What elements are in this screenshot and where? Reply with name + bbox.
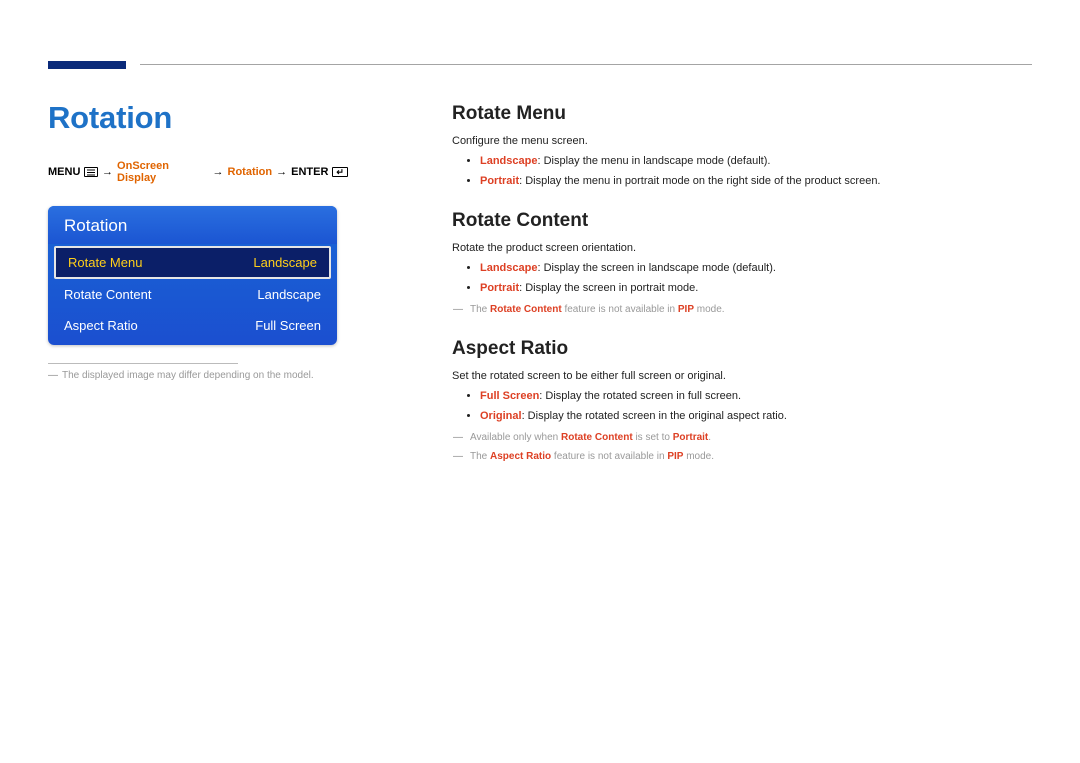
arrow-icon: →	[102, 166, 113, 178]
note-text: .	[708, 432, 711, 443]
option-item: Portrait: Display the menu in portrait m…	[480, 173, 1032, 190]
top-rule	[140, 64, 1032, 65]
arrow-icon: →	[213, 166, 224, 178]
dash-icon: ―	[48, 370, 58, 381]
section-para: Rotate the product screen orientation.	[452, 240, 1032, 257]
footnote-divider	[48, 363, 238, 364]
footnote: ― The displayed image may differ dependi…	[48, 370, 348, 381]
option-item: Landscape: Display the screen in landsca…	[480, 260, 1032, 277]
enter-icon	[332, 167, 348, 177]
note-key: PIP	[667, 451, 683, 462]
option-list: Landscape: Display the screen in landsca…	[452, 260, 1032, 296]
option-desc: : Display the menu in landscape mode (de…	[537, 155, 770, 167]
section-heading-rotate-content: Rotate Content	[452, 207, 1032, 236]
option-key: Original	[480, 410, 522, 422]
option-key: Portrait	[480, 282, 519, 294]
arrow-icon: →	[276, 166, 287, 178]
note-text: mode.	[694, 304, 725, 315]
page-title: Rotation	[48, 100, 348, 136]
option-item: Original: Display the rotated screen in …	[480, 408, 1032, 425]
footnote-text: The displayed image may differ depending…	[62, 370, 314, 381]
osd-title: Rotation	[48, 206, 337, 244]
dash-icon: ―	[452, 430, 464, 445]
option-item: Landscape: Display the menu in landscape…	[480, 153, 1032, 170]
breadcrumb-seg-rotation: Rotation	[228, 166, 273, 178]
dash-icon: ―	[452, 302, 464, 317]
menu-icon	[84, 167, 98, 177]
dash-icon: ―	[452, 449, 464, 464]
section-para: Configure the menu screen.	[452, 133, 1032, 150]
note-key: Aspect Ratio	[490, 451, 551, 462]
option-key: Landscape	[480, 155, 537, 167]
note-text: feature is not available in	[562, 304, 678, 315]
option-key: Landscape	[480, 262, 537, 274]
osd-row-label: Aspect Ratio	[64, 318, 138, 333]
note-text: The	[470, 304, 490, 315]
breadcrumb-menu-label: MENU	[48, 166, 80, 178]
option-item: Portrait: Display the screen in portrait…	[480, 280, 1032, 297]
osd-row-value: Landscape	[257, 287, 321, 302]
note-aspect-pip: ― The Aspect Ratio feature is not availa…	[452, 449, 1032, 464]
section-para: Set the rotated screen to be either full…	[452, 368, 1032, 385]
breadcrumb-enter-label: ENTER	[291, 166, 328, 178]
osd-row-value: Landscape	[253, 255, 317, 270]
option-list: Landscape: Display the menu in landscape…	[452, 153, 1032, 189]
option-key: Full Screen	[480, 390, 539, 402]
option-desc: : Display the rotated screen in full scr…	[539, 390, 741, 402]
osd-row-rotate-content[interactable]: Rotate Content Landscape	[48, 279, 337, 310]
breadcrumb-seg-onscreen: OnScreen Display	[117, 160, 208, 184]
note-key: Portrait	[673, 432, 709, 443]
note-key: Rotate Content	[561, 432, 633, 443]
option-list: Full Screen: Display the rotated screen …	[452, 388, 1032, 424]
section-heading-aspect-ratio: Aspect Ratio	[452, 335, 1032, 364]
option-key: Portrait	[480, 175, 519, 187]
osd-row-aspect-ratio[interactable]: Aspect Ratio Full Screen	[48, 310, 337, 345]
note-text: is set to	[633, 432, 673, 443]
note-aspect-portrait: ― Available only when Rotate Content is …	[452, 430, 1032, 445]
option-desc: : Display the menu in portrait mode on t…	[519, 175, 880, 187]
note-text: Available only when	[470, 432, 561, 443]
note-text: feature is not available in	[551, 451, 667, 462]
osd-row-label: Rotate Content	[64, 287, 151, 302]
note-text: The	[470, 451, 490, 462]
breadcrumb: MENU → OnScreen Display → Rotation → ENT…	[48, 160, 348, 184]
osd-row-rotate-menu[interactable]: Rotate Menu Landscape	[54, 246, 331, 279]
section-heading-rotate-menu: Rotate Menu	[452, 100, 1032, 129]
osd-row-label: Rotate Menu	[68, 255, 142, 270]
option-desc: : Display the screen in portrait mode.	[519, 282, 698, 294]
note-key: PIP	[678, 304, 694, 315]
note-key: Rotate Content	[490, 304, 562, 315]
option-desc: : Display the screen in landscape mode (…	[537, 262, 775, 274]
note-text: mode.	[683, 451, 714, 462]
option-desc: : Display the rotated screen in the orig…	[522, 410, 787, 422]
top-accent-bar	[48, 61, 126, 69]
option-item: Full Screen: Display the rotated screen …	[480, 388, 1032, 405]
osd-row-value: Full Screen	[255, 318, 321, 333]
osd-panel: Rotation Rotate Menu Landscape Rotate Co…	[48, 206, 337, 345]
note-rotate-content-pip: ― The Rotate Content feature is not avai…	[452, 302, 1032, 317]
